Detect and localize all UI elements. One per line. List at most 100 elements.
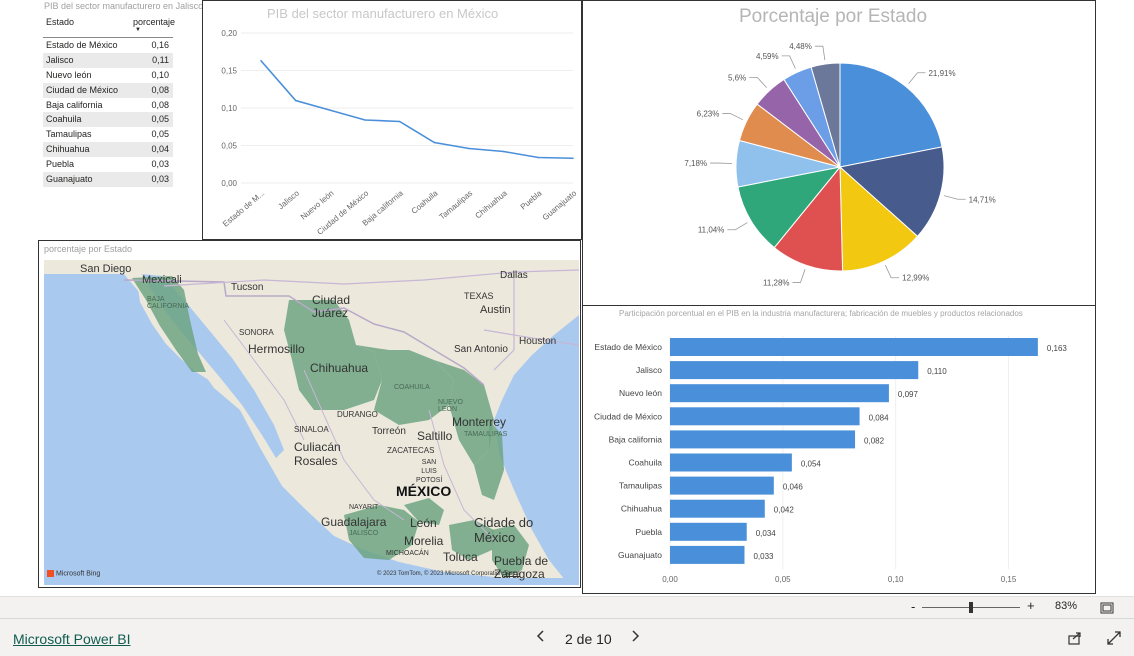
map-panel[interactable]: porcentaje por Estado — [38, 240, 581, 588]
map-label-mexicali: Mexicali — [142, 274, 182, 286]
bar-category-label: Estado de México — [594, 342, 662, 352]
cell-porcentaje: 0,10 — [131, 68, 173, 83]
cell-porcentaje: 0,16 — [131, 38, 173, 53]
map-label-nayarit: NAYARIT — [349, 504, 378, 511]
line-point — [364, 119, 366, 121]
bar-value-label: 0,097 — [898, 390, 919, 399]
zoom-out-button[interactable]: - — [911, 599, 915, 614]
bar-value-label: 0,034 — [756, 529, 777, 538]
bar-value-label: 0,082 — [864, 436, 885, 445]
fullscreen-icon[interactable] — [1106, 630, 1122, 651]
x-tick-label: 0,10 — [888, 575, 904, 584]
bar-category-label: Tamaulipas — [619, 481, 662, 491]
pie-chart-panel[interactable]: Porcentaje por Estado 21,91%14,71%12,99%… — [582, 0, 1096, 306]
cell-porcentaje: 0,05 — [131, 127, 173, 142]
line-chart-panel[interactable]: PIB del sector manufacturero en México 0… — [202, 0, 582, 240]
data-table[interactable]: Estado porcentaje ▼ Estado de México0,16… — [43, 15, 173, 187]
table-row[interactable]: Ciudad de México0,08 — [43, 83, 173, 98]
bar — [670, 338, 1038, 356]
pie-chart-svg[interactable]: 21,91%14,71%12,99%11,28%11,04%7,18%6,23%… — [583, 1, 1095, 305]
x-tick-label: Coahuila — [410, 188, 440, 216]
table-row[interactable]: Nuevo león0,10 — [43, 68, 173, 83]
pie-slice-label: 21,91% — [928, 69, 955, 78]
bar — [670, 546, 744, 564]
map-label-michoacan: MICHOACÁN — [386, 550, 429, 557]
column-header-porcentaje-label: porcentaje — [133, 17, 175, 27]
cell-estado: Chihuahua — [43, 142, 131, 157]
chevron-right-icon[interactable] — [629, 628, 641, 649]
map-label-cdmx: Cidade do México — [474, 515, 544, 545]
pie-slice-label: 14,71% — [969, 195, 996, 204]
map-label-san-luis: SAN LUIS POTOSÍ — [416, 458, 442, 485]
table-title: PIB del sector manufacturero en Jalisco — [44, 1, 203, 11]
pie-slice-label: 11,28% — [763, 278, 790, 287]
caret-down-icon[interactable]: ▼ — [135, 27, 169, 33]
map-label-toluca: Toluca — [443, 550, 478, 564]
map-copyright: © 2023 TomTom, © 2023 Microsoft Corporat… — [377, 571, 520, 577]
cell-porcentaje: 0,05 — [131, 112, 173, 127]
bar — [670, 384, 889, 402]
map-label-leon: León — [410, 516, 437, 530]
line-point — [503, 151, 505, 153]
pie-leader-line — [782, 56, 796, 69]
table-row[interactable]: Estado de México0,16 — [43, 38, 173, 53]
map-label-dallas: Dallas — [500, 270, 528, 281]
table-row[interactable]: Coahuila0,05 — [43, 112, 173, 127]
bar — [670, 361, 918, 379]
share-icon[interactable] — [1067, 630, 1083, 651]
bar-value-label: 0,110 — [927, 367, 947, 376]
line-point — [295, 100, 297, 102]
table-row[interactable]: Tamaulipas0,05 — [43, 127, 173, 142]
line-point — [260, 60, 262, 62]
column-header-estado[interactable]: Estado — [43, 15, 131, 27]
pie-slice-label: 5,6% — [728, 73, 746, 82]
cell-estado: Ciudad de México — [43, 83, 131, 98]
power-bi-link[interactable]: Microsoft Power BI — [13, 631, 130, 647]
map-label-puebla: Puebla de Zaragoza — [494, 555, 564, 581]
zoom-slider-track[interactable] — [922, 607, 1020, 608]
bar-category-label: Puebla — [636, 527, 663, 537]
table-row[interactable]: Puebla0,03 — [43, 157, 173, 172]
fit-to-page-icon[interactable] — [1100, 601, 1114, 619]
cell-estado: Jalisco — [43, 53, 131, 68]
map-label-sonora: SONORA — [239, 328, 274, 337]
bar-chart-svg[interactable]: 0,000,050,100,15Estado de México0,163Jal… — [583, 306, 1095, 593]
pie-leader-line — [727, 223, 747, 230]
line-chart-svg[interactable]: 0,000,050,100,150,20Estado de M...Jalisc… — [203, 1, 581, 239]
zoom-slider-thumb[interactable] — [969, 602, 973, 613]
zoom-percent: 83% — [1055, 600, 1077, 612]
map-terms-link[interactable]: Terms — [504, 571, 520, 577]
map-label-baja-california: BAJA CALIFORNIA — [147, 296, 187, 310]
bar-category-label: Chihuahua — [621, 504, 662, 514]
bing-logo: Microsoft Bing — [47, 570, 100, 577]
pie-leader-line — [749, 77, 766, 87]
map-label-sinaloa: SINALOA — [294, 425, 329, 434]
table-row[interactable]: Chihuahua0,04 — [43, 142, 173, 157]
zoom-in-button[interactable]: + — [1027, 598, 1035, 613]
y-tick-label: 0,10 — [221, 104, 237, 113]
pie-slice-label: 12,99% — [902, 274, 929, 283]
line-point — [538, 157, 540, 159]
map-canvas[interactable]: San Diego Mexicali BAJA CALIFORNIA Tucso… — [44, 260, 579, 585]
bar — [670, 477, 774, 495]
map-label-torreon: Torreón — [372, 426, 406, 437]
pie-leader-line — [722, 114, 743, 120]
map-label-austin: Austin — [480, 304, 511, 316]
x-tick-label: Estado de M... — [221, 189, 266, 229]
map-label-zacatecas: ZACATECAS — [387, 446, 434, 455]
table-row[interactable]: Baja california0,08 — [43, 98, 173, 113]
table-row[interactable]: Guanajuato0,03 — [43, 172, 173, 187]
line-point — [572, 157, 574, 159]
column-header-porcentaje[interactable]: porcentaje ▼ — [131, 15, 173, 33]
bing-logo-label: Microsoft Bing — [56, 570, 100, 577]
cell-estado: Estado de México — [43, 38, 131, 53]
bar-chart-panel[interactable]: Participación porcentual en el PIB en la… — [582, 305, 1096, 594]
y-tick-label: 0,20 — [221, 29, 237, 38]
line-point — [399, 121, 401, 123]
table-row[interactable]: Jalisco0,11 — [43, 53, 173, 68]
map-copyright-text: © 2023 TomTom, © 2023 Microsoft Corporat… — [377, 571, 502, 577]
bar-value-label: 0,033 — [753, 552, 774, 561]
map-label-guadalajara: Guadalajara — [321, 515, 386, 529]
cell-estado: Nuevo león — [43, 68, 131, 83]
chevron-left-icon[interactable] — [535, 628, 547, 649]
